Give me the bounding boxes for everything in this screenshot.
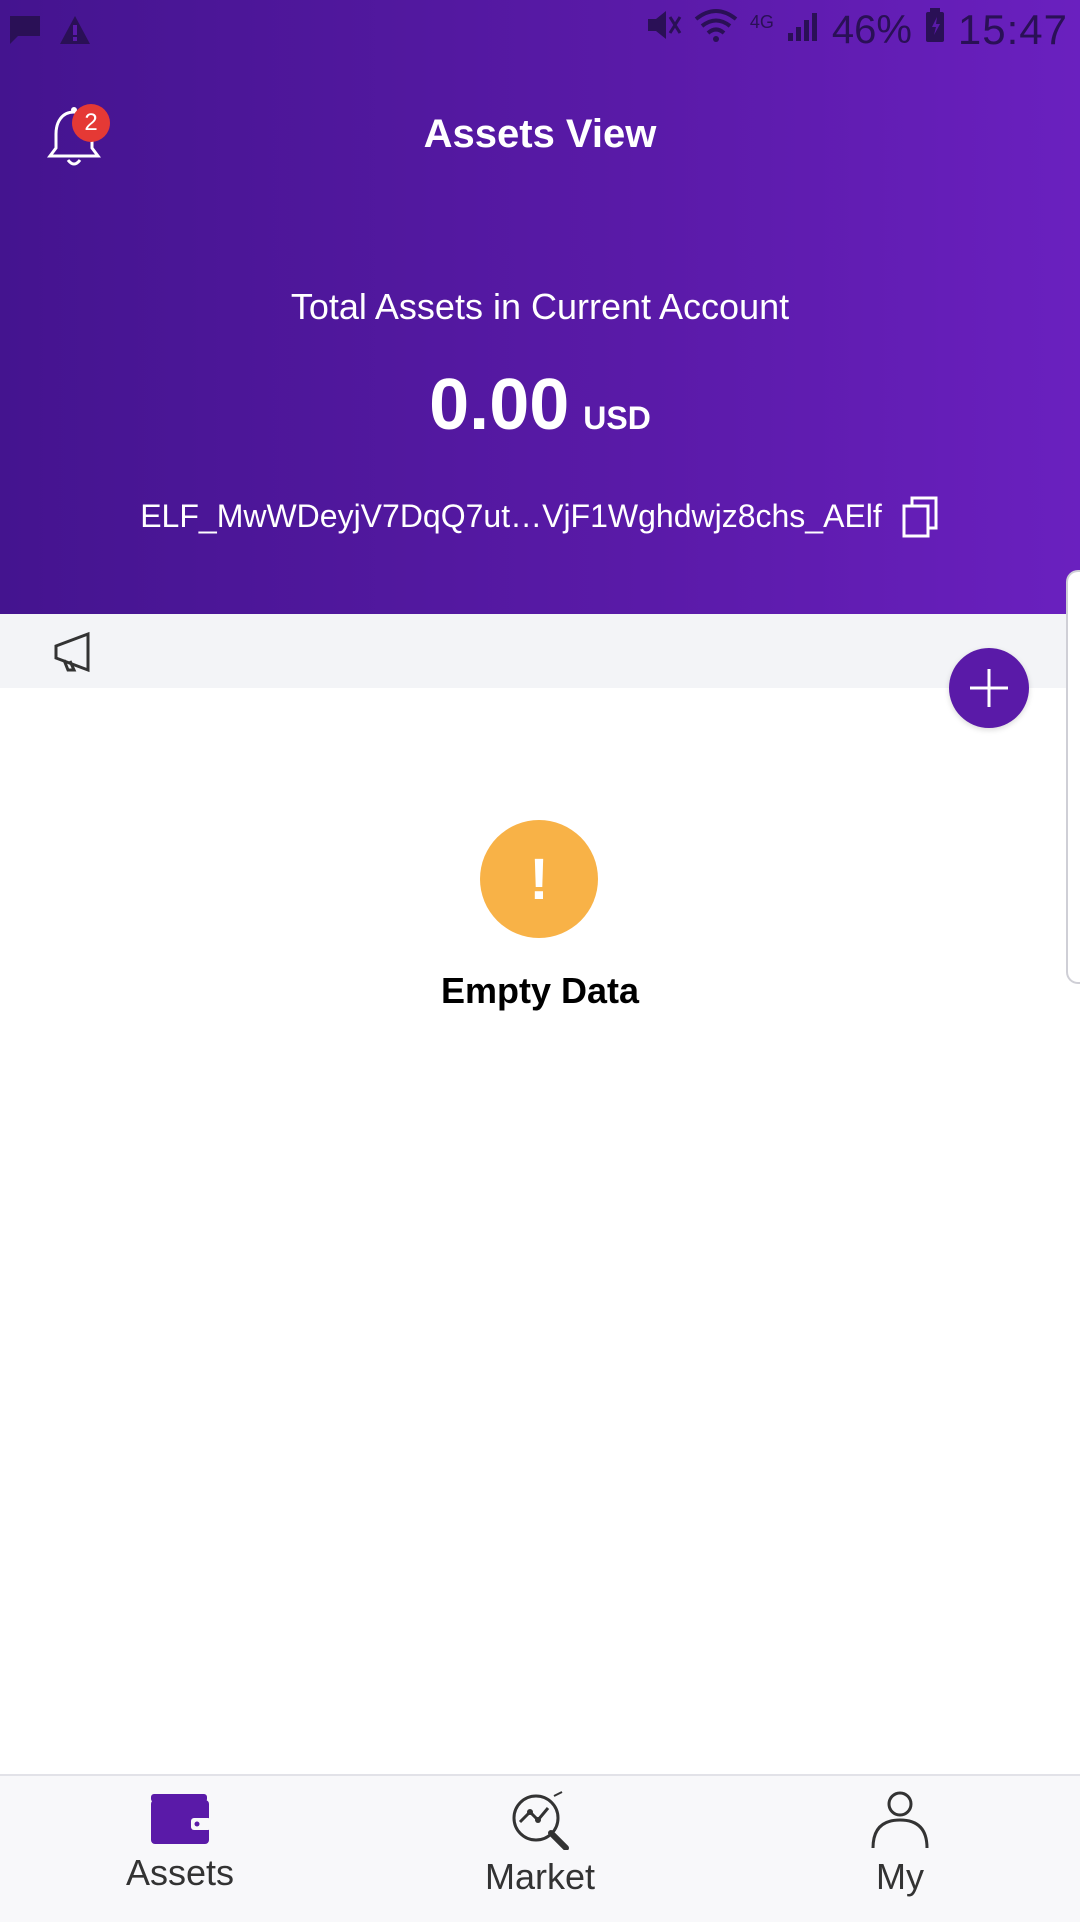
wifi-icon	[694, 7, 738, 53]
wallet-address: ELF_MwWDeyjV7DqQ7ut…VjF1Wghdwjz8chs_AElf	[140, 497, 882, 534]
signal-icon	[786, 8, 820, 53]
tab-my[interactable]: My	[790, 1790, 1010, 1898]
status-bar: 4G 46% 15:47	[0, 0, 1080, 64]
network-type: 4G	[749, 11, 774, 32]
tab-my-label: My	[876, 1856, 924, 1897]
empty-state-text: Empty Data	[440, 970, 640, 1011]
announcement-bar[interactable]	[0, 614, 1080, 688]
mute-icon	[644, 7, 682, 53]
market-icon	[512, 1791, 569, 1850]
empty-warning-icon: !	[480, 820, 598, 938]
battery-icon	[924, 7, 946, 53]
bottom-tab-bar: Assets Market My	[0, 1774, 1080, 1922]
plus-icon	[970, 669, 1008, 707]
wallet-icon	[151, 1794, 211, 1844]
person-icon	[871, 1791, 929, 1849]
megaphone-icon[interactable]	[52, 630, 96, 674]
address-row: ELF_MwWDeyjV7DqQ7ut…VjF1Wghdwjz8chs_AElf	[0, 494, 1080, 538]
warning-icon	[58, 14, 92, 51]
battery-percent: 46%	[831, 7, 912, 52]
tab-assets-label: Assets	[125, 1852, 235, 1893]
balance: 0.00 USD	[0, 364, 1080, 446]
copy-icon[interactable]	[900, 494, 940, 538]
balance-amount: 0.00	[429, 365, 570, 445]
header: 4G 46% 15:47 2 Assets View Total Assets …	[0, 0, 1080, 614]
add-asset-button[interactable]	[949, 648, 1029, 728]
status-time: 15:47	[957, 6, 1068, 53]
tab-market-label: Market	[484, 1856, 596, 1897]
balance-unit: USD	[583, 400, 651, 436]
tab-assets[interactable]: Assets	[70, 1790, 290, 1894]
side-drawer-handle[interactable]	[1066, 570, 1080, 984]
message-icon	[8, 14, 42, 51]
page-title: Assets View	[423, 112, 657, 156]
total-assets-label: Total Assets in Current Account	[290, 286, 790, 327]
tab-market[interactable]: Market	[430, 1790, 650, 1898]
